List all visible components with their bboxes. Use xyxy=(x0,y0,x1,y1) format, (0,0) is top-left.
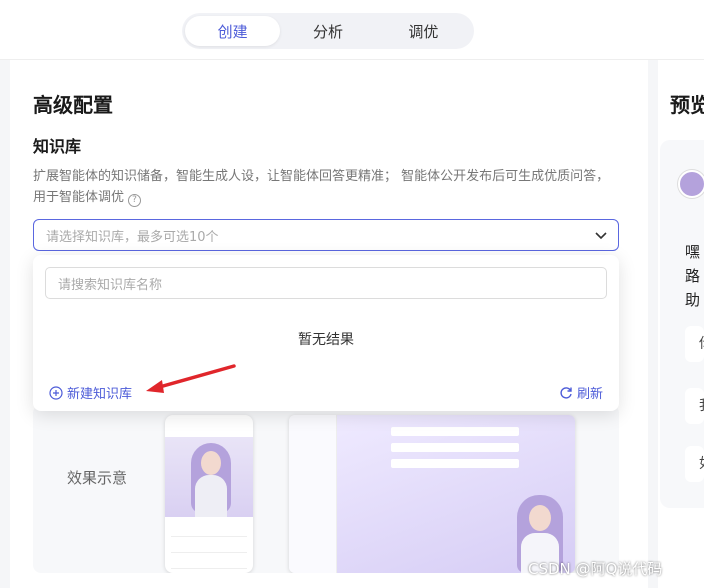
mobile-avatar-face xyxy=(201,451,221,475)
new-knowledge-button[interactable]: 新建知识库 xyxy=(49,383,132,402)
top-bar: 创建 分析 调优 xyxy=(0,0,704,60)
mobile-line xyxy=(171,543,247,553)
desktop-card xyxy=(391,459,519,468)
knowledge-description: 扩展智能体的知识储备，智能生成人设，让智能体回答更精准； 智能体公开发布后可生成… xyxy=(33,166,618,208)
mode-tabs: 创建 分析 调优 xyxy=(182,13,474,49)
red-arrow-annotation xyxy=(146,364,236,393)
effect-preview-box: 效果示意 xyxy=(33,405,619,573)
mobile-avatar-body xyxy=(195,475,227,517)
chevron-down-icon xyxy=(595,232,607,240)
knowledge-description-text: 扩展智能体的知识储备，智能生成人设，让智能体回答更精准； 智能体公开发布后可生成… xyxy=(33,169,610,205)
tab-analyze[interactable]: 分析 xyxy=(280,16,375,46)
knowledge-dropdown: 请搜索知识库名称 暂无结果 新建知识库 刷新 xyxy=(33,255,619,411)
desktop-avatar-face xyxy=(529,505,551,531)
knowledge-select[interactable]: 请选择知识库，最多可选10个 xyxy=(33,219,619,251)
new-knowledge-label: 新建知识库 xyxy=(67,387,133,402)
watermark: CSDN @阿Q说代码 xyxy=(528,560,663,578)
help-icon[interactable]: ? xyxy=(128,194,142,207)
desktop-card xyxy=(391,443,519,452)
mobile-line xyxy=(171,527,247,537)
desktop-preview-image xyxy=(289,415,575,573)
empty-result-text: 暂无结果 xyxy=(298,332,354,348)
knowledge-title: 知识库 xyxy=(33,137,82,156)
preview-avatar xyxy=(678,170,704,198)
preview-suggestion[interactable]: 如 xyxy=(685,446,704,482)
preview-suggestion[interactable]: 我 xyxy=(685,388,704,424)
desktop-card xyxy=(391,427,519,436)
left-gutter xyxy=(0,60,10,588)
preview-suggestion[interactable]: 你 xyxy=(685,326,704,362)
knowledge-search-input[interactable]: 请搜索知识库名称 xyxy=(45,267,607,299)
mobile-preview-image xyxy=(165,415,253,573)
plus-circle-icon xyxy=(49,385,63,400)
desktop-sidebar xyxy=(289,415,337,573)
effect-label: 效果示意 xyxy=(67,469,128,487)
tab-tune[interactable]: 调优 xyxy=(376,16,471,46)
mobile-line xyxy=(171,559,247,569)
refresh-label: 刷新 xyxy=(576,387,603,402)
tab-create[interactable]: 创建 xyxy=(185,16,281,46)
refresh-button[interactable]: 刷新 xyxy=(559,383,603,402)
knowledge-select-placeholder: 请选择知识库，最多可选10个 xyxy=(46,229,219,245)
refresh-icon xyxy=(560,386,572,399)
knowledge-search-placeholder: 请搜索知识库名称 xyxy=(58,277,163,293)
section-title: 高级配置 xyxy=(33,93,113,117)
preview-title: 预览 xyxy=(670,93,704,117)
preview-greeting: 嘿路助 xyxy=(685,243,701,309)
